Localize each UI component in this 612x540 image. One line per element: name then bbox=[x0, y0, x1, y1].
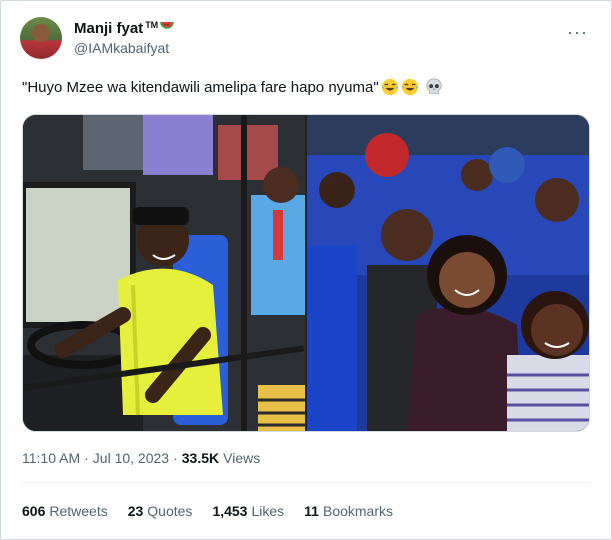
face-with-tears-of-joy-icon bbox=[401, 78, 418, 96]
bookmarks-stat[interactable]: 11 Bookmarks bbox=[304, 503, 393, 519]
author-name-row[interactable]: Manji fyat TM bbox=[74, 20, 174, 37]
retweets-count: 606 bbox=[22, 503, 46, 519]
photo-passengers-image bbox=[307, 115, 589, 431]
likes-label: Likes bbox=[251, 503, 285, 519]
trademark-mark: TM bbox=[145, 19, 159, 30]
tweet-header: Manji fyat TM @IAMkabaifyat ··· bbox=[20, 16, 592, 60]
tweet-meta: 11:10 AM · Jul 10, 2023 · 33.5K Views bbox=[22, 450, 260, 466]
photo-driver-image bbox=[23, 115, 305, 431]
photo-driver[interactable] bbox=[23, 115, 305, 431]
retweets-stat[interactable]: 606 Retweets bbox=[22, 503, 108, 519]
views-count[interactable]: 33.5K bbox=[182, 450, 219, 466]
engagement-stats: 606 Retweets 23 Quotes 1,453 Likes 11 Bo… bbox=[22, 503, 393, 519]
author-handle[interactable]: @IAMkabaifyat bbox=[74, 40, 169, 56]
divider bbox=[22, 482, 590, 483]
views-label[interactable]: Views bbox=[223, 450, 260, 466]
likes-stat[interactable]: 1,453 Likes bbox=[212, 503, 284, 519]
quotes-count: 23 bbox=[127, 503, 144, 519]
tweet-text-body: "Huyo Mzee wa kitendawili amelipa fare h… bbox=[22, 78, 379, 96]
bookmarks-label: Bookmarks bbox=[322, 503, 394, 519]
photo-passengers[interactable] bbox=[307, 115, 589, 431]
skull-icon bbox=[426, 78, 442, 94]
meta-separator: · bbox=[84, 450, 89, 466]
author-display-name[interactable]: Manji fyat bbox=[74, 20, 143, 37]
retweets-label: Retweets bbox=[49, 503, 108, 519]
more-options-button[interactable]: ··· bbox=[567, 22, 588, 43]
tweet-media[interactable] bbox=[22, 114, 590, 432]
likes-count: 1,453 bbox=[212, 503, 248, 519]
watermelon-icon bbox=[160, 21, 174, 29]
quotes-label: Quotes bbox=[147, 503, 193, 519]
face-with-tears-of-joy-icon bbox=[381, 78, 398, 96]
meta-separator: · bbox=[173, 450, 178, 466]
tweet-text: "Huyo Mzee wa kitendawili amelipa fare h… bbox=[22, 78, 443, 96]
tweet-time[interactable]: 11:10 AM bbox=[22, 450, 80, 466]
tweet-date[interactable]: Jul 10, 2023 bbox=[93, 450, 169, 466]
quotes-stat[interactable]: 23 Quotes bbox=[128, 503, 193, 519]
bookmarks-count: 11 bbox=[304, 503, 319, 519]
avatar[interactable] bbox=[20, 17, 62, 59]
